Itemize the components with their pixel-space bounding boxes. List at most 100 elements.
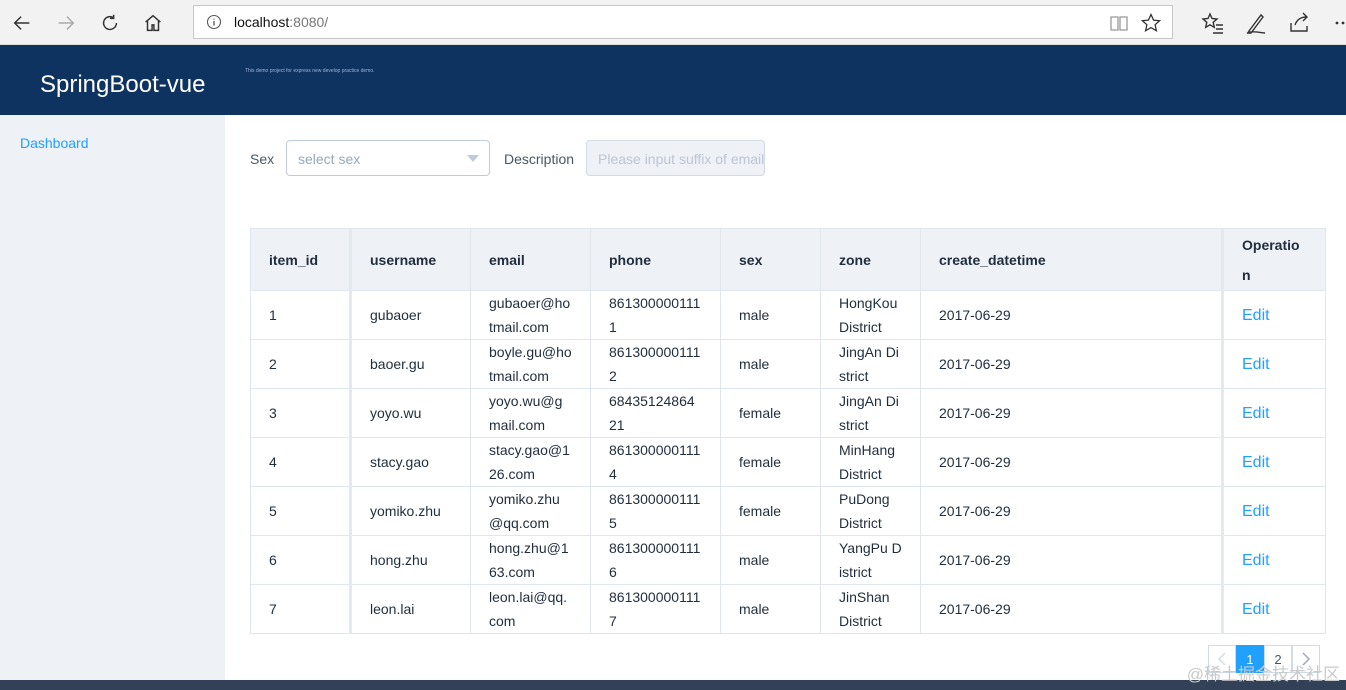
cell-zone: YangPu District — [820, 535, 921, 585]
cell-create-datetime: 2017-06-29 — [920, 535, 1223, 585]
column-header-username[interactable]: username — [350, 228, 471, 291]
pen-icon[interactable] — [1244, 11, 1268, 35]
table-row: 2 baoer.gu boyle.gu@hotmail.com 86130000011… — [250, 339, 1326, 389]
column-header-operation[interactable]: Operation — [1221, 228, 1326, 291]
edit-button[interactable]: Edit — [1242, 601, 1270, 618]
sex-select[interactable]: select sex — [286, 140, 490, 176]
app-description: This demo project for express new develo… — [245, 68, 375, 74]
main-content: Sex select sex Description Please input … — [225, 115, 1346, 680]
column-header-item-id[interactable]: item_id — [250, 228, 352, 291]
cell-item-id: 5 — [250, 486, 352, 536]
cell-operation: Edit — [1221, 339, 1326, 389]
cell-phone: 8613000001112 — [590, 339, 721, 389]
column-header-sex[interactable]: sex — [720, 228, 821, 291]
sex-filter-label: Sex — [250, 151, 275, 167]
cell-email: yomiko.zhu@qq.com — [470, 486, 591, 536]
column-header-create-datetime[interactable]: create_datetime — [920, 228, 1223, 291]
edit-button[interactable]: Edit — [1242, 454, 1270, 471]
favorite-star-icon[interactable] — [1140, 12, 1162, 34]
table-row: 7 leon.lai leon.lai@qq.com 8613000001117 mal… — [250, 584, 1326, 634]
cell-zone: JinShan District — [820, 584, 921, 634]
browser-toolbar: localhost:8080/ — [0, 0, 1346, 45]
cell-operation: Edit — [1221, 535, 1326, 585]
cell-zone: PuDong District — [820, 486, 921, 536]
sidebar-item-dashboard[interactable]: Dashboard — [20, 135, 89, 151]
cell-zone: JingAn District — [820, 339, 921, 389]
url-host: localhost — [234, 14, 290, 30]
cell-email: hong.zhu@163.com — [470, 535, 591, 585]
cell-email: yoyo.wu@gmail.com — [470, 388, 591, 438]
edit-button[interactable]: Edit — [1242, 307, 1270, 324]
info-icon[interactable] — [206, 14, 222, 30]
url-text: localhost:8080/ — [234, 14, 328, 30]
cell-email: gubaoer@hotmail.com — [470, 290, 591, 340]
cell-operation: Edit — [1221, 437, 1326, 487]
cell-item-id: 7 — [250, 584, 352, 634]
cell-create-datetime: 2017-06-29 — [920, 584, 1223, 634]
cell-item-id: 3 — [250, 388, 352, 438]
sex-select-placeholder: select sex — [298, 151, 361, 167]
cell-phone: 8613000001117 — [590, 584, 721, 634]
cell-phone: 8613000001114 — [590, 437, 721, 487]
table-row: 3 yoyo.wu yoyo.wu@gmail.com 6843512486421 fe… — [250, 388, 1326, 438]
description-input-placeholder: Please input suffix of email — [598, 151, 765, 167]
cell-email: leon.lai@qq.com — [470, 584, 591, 634]
table-row: 4 stacy.gao stacy.gao@126.com 8613000001114… — [250, 437, 1326, 487]
home-icon[interactable] — [138, 8, 168, 38]
column-header-phone[interactable]: phone — [590, 228, 721, 291]
column-header-zone[interactable]: zone — [820, 228, 921, 291]
description-filter-label: Description — [504, 151, 575, 167]
caret-down-icon — [467, 155, 479, 162]
forward-icon[interactable] — [51, 8, 81, 38]
table-row: 6 hong.zhu hong.zhu@163.com 8613000001116 ma… — [250, 535, 1326, 585]
cell-create-datetime: 2017-06-29 — [920, 388, 1223, 438]
watermark: @稀土掘金技术社区 — [1186, 665, 1340, 684]
cell-item-id: 1 — [250, 290, 352, 340]
cell-sex: male — [720, 535, 821, 585]
address-bar[interactable]: localhost:8080/ — [193, 5, 1173, 39]
cell-sex: male — [720, 339, 821, 389]
cell-create-datetime: 2017-06-29 — [920, 339, 1223, 389]
cell-username: gubaoer — [350, 290, 471, 340]
cell-username: yoyo.wu — [350, 388, 471, 438]
cell-username: baoer.gu — [350, 339, 471, 389]
sidebar: Dashboard — [0, 115, 225, 690]
edit-button[interactable]: Edit — [1242, 356, 1270, 373]
app-header: SpringBoot-vue This demo project for exp… — [0, 45, 1346, 115]
cell-operation: Edit — [1221, 290, 1326, 340]
edit-button[interactable]: Edit — [1242, 552, 1270, 569]
cell-username: leon.lai — [350, 584, 471, 634]
cell-phone: 6843512486421 — [590, 388, 721, 438]
description-input[interactable]: Please input suffix of email — [586, 140, 765, 176]
table-header-row: item_id username email phone sex zone cr… — [250, 228, 1326, 291]
cell-sex: female — [720, 437, 821, 487]
cell-item-id: 4 — [250, 437, 352, 487]
footer-bar — [0, 680, 1346, 690]
cell-email: boyle.gu@hotmail.com — [470, 339, 591, 389]
cell-create-datetime: 2017-06-29 — [920, 486, 1223, 536]
edit-button[interactable]: Edit — [1242, 405, 1270, 422]
cell-username: yomiko.zhu — [350, 486, 471, 536]
cell-email: stacy.gao@126.com — [470, 437, 591, 487]
share-icon[interactable] — [1287, 11, 1311, 35]
cell-phone: 8613000001111 — [590, 290, 721, 340]
reading-view-icon[interactable] — [1108, 12, 1130, 34]
table-row: 5 yomiko.zhu yomiko.zhu@qq.com 861300000111… — [250, 486, 1326, 536]
users-table: item_id username email phone sex zone cr… — [250, 228, 1326, 634]
edit-button[interactable]: Edit — [1242, 503, 1270, 520]
more-icon[interactable] — [1330, 11, 1346, 35]
cell-zone: HongKou District — [820, 290, 921, 340]
url-port: :8080/ — [289, 14, 329, 30]
column-header-email[interactable]: email — [470, 228, 591, 291]
cell-item-id: 6 — [250, 535, 352, 585]
cell-zone: MinHang District — [820, 437, 921, 487]
refresh-icon[interactable] — [95, 8, 125, 38]
favorites-hub-icon[interactable] — [1201, 11, 1225, 35]
table-body: 1 gubaoer gubaoer@hotmail.com 8613000001111… — [250, 290, 1326, 634]
back-icon[interactable] — [7, 8, 37, 38]
cell-sex: female — [720, 486, 821, 536]
cell-sex: female — [720, 388, 821, 438]
cell-operation: Edit — [1221, 486, 1326, 536]
app-title: SpringBoot-vue — [40, 71, 206, 98]
table-row: 1 gubaoer gubaoer@hotmail.com 8613000001111… — [250, 290, 1326, 340]
